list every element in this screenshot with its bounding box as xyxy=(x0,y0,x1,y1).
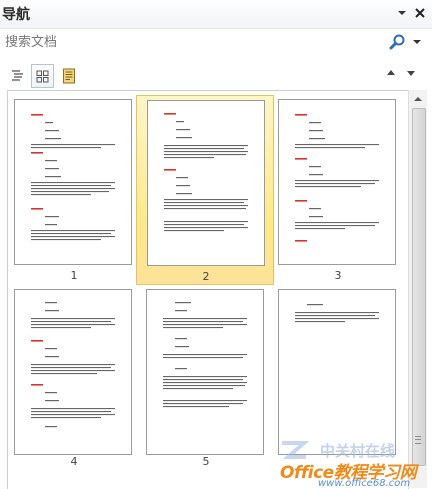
page-thumbnail-pane: 1 2 3 4 5 xyxy=(7,90,409,489)
outline-list-icon xyxy=(11,70,23,81)
thumbnail-grid-icon xyxy=(36,70,49,82)
view-tab-bar xyxy=(0,58,432,90)
panel-options-button[interactable] xyxy=(394,4,410,22)
page-thumbnail-3[interactable]: 3 xyxy=(276,97,400,285)
triangle-up-icon xyxy=(387,70,395,75)
magnifier-icon xyxy=(389,34,405,50)
panel-title: 导航 xyxy=(2,7,30,23)
page-number-label: 5 xyxy=(202,455,210,468)
scroll-up-button[interactable] xyxy=(409,91,427,107)
tab-browse-results[interactable] xyxy=(57,64,80,88)
next-result-button[interactable] xyxy=(404,66,418,80)
page-thumbnail-4[interactable]: 4 xyxy=(12,285,136,473)
chevron-down-icon xyxy=(413,40,421,44)
page-preview xyxy=(147,100,265,266)
page-thumbnail-6[interactable] xyxy=(276,285,400,473)
page-text-preview xyxy=(295,114,379,242)
close-icon xyxy=(415,8,425,18)
triangle-down-icon xyxy=(407,71,415,76)
page-text-preview xyxy=(31,302,115,428)
page-preview xyxy=(146,289,264,455)
page-preview xyxy=(14,99,132,265)
search-input[interactable] xyxy=(0,30,386,54)
page-text-preview xyxy=(31,114,115,241)
scrollbar-thumb[interactable] xyxy=(412,108,426,466)
triangle-up-icon xyxy=(414,97,422,101)
page-number-label: 4 xyxy=(70,455,78,468)
page-number-label: 1 xyxy=(70,269,78,282)
search-button[interactable] xyxy=(388,31,426,53)
thumbnail-scrollbar[interactable] xyxy=(408,90,427,488)
page-thumbnail-2[interactable]: 2 xyxy=(136,95,274,285)
grip-icon xyxy=(415,436,421,444)
close-panel-button[interactable] xyxy=(412,4,428,22)
page-preview xyxy=(14,289,132,455)
search-bar xyxy=(0,28,432,57)
document-page-icon xyxy=(62,68,75,84)
page-text-preview xyxy=(295,304,379,323)
chevron-down-icon xyxy=(398,11,406,15)
page-text-preview xyxy=(163,302,247,408)
tab-browse-headings[interactable] xyxy=(6,64,29,88)
page-preview xyxy=(278,99,396,265)
page-preview xyxy=(278,289,396,455)
tab-browse-pages[interactable] xyxy=(31,64,54,88)
page-thumbnail-5[interactable]: 5 xyxy=(144,285,268,473)
page-text-preview xyxy=(164,113,248,232)
panel-title-bar: 导航 xyxy=(0,0,432,28)
page-number-label: 2 xyxy=(202,270,210,283)
page-number-label: 3 xyxy=(334,269,342,282)
previous-result-button[interactable] xyxy=(384,66,398,80)
page-thumbnail-1[interactable]: 1 xyxy=(12,97,136,285)
